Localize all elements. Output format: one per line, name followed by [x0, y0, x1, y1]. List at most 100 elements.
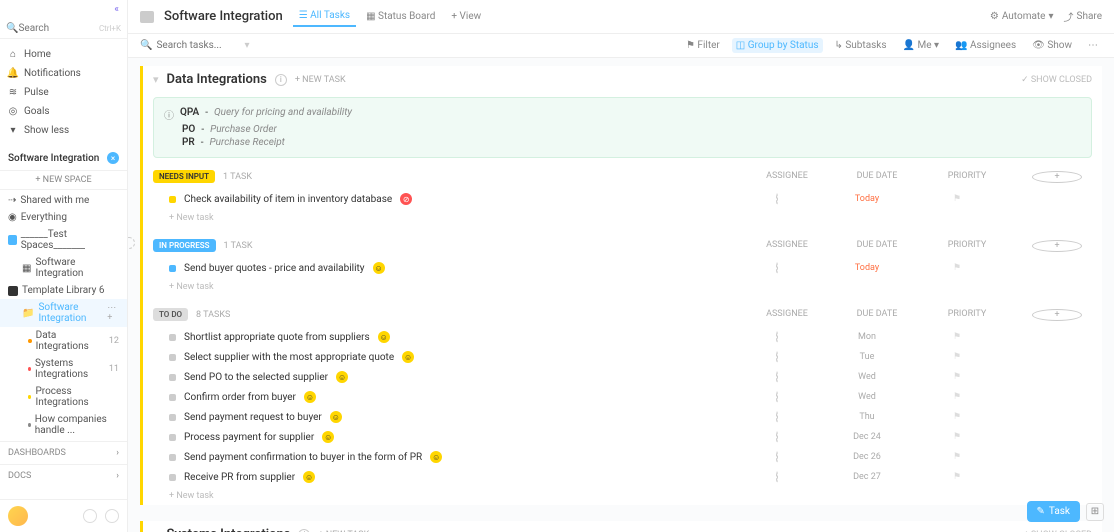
priority-flag-icon[interactable]: ⚑: [932, 392, 982, 402]
add-column-button[interactable]: +: [1032, 171, 1082, 183]
priority-flag-icon[interactable]: ⚑: [932, 452, 982, 462]
sidebar-item-shared[interactable]: ⇢Shared with me: [0, 192, 127, 209]
assignee-placeholder[interactable]: [776, 431, 778, 443]
folder-actions[interactable]: ⋯ +: [107, 303, 119, 323]
dashboards-section[interactable]: DASHBOARDS›: [0, 441, 127, 464]
assignee-placeholder[interactable]: [776, 391, 778, 403]
priority-flag-icon[interactable]: ⚑: [932, 412, 982, 422]
sidebar-list-how-companies-handle-[interactable]: How companies handle ...: [0, 411, 127, 439]
nav-item-notifications[interactable]: 🔔Notifications: [0, 64, 127, 83]
sidebar-item-template-library[interactable]: Template Library 6: [0, 282, 127, 299]
collapse-sidebar-button[interactable]: «: [0, 0, 127, 19]
collapse-icon[interactable]: ▾: [153, 528, 159, 532]
assignee-placeholder[interactable]: [776, 262, 778, 274]
nav-item-goals[interactable]: ◎Goals: [0, 102, 127, 121]
sidebar-list-process-integrations[interactable]: Process Integrations: [0, 383, 127, 411]
sidebar-item-test-spaces[interactable]: ______Test Spaces_______: [0, 226, 127, 254]
new-task-inline[interactable]: + New task: [143, 209, 1102, 227]
nav-item-show-less[interactable]: ▾Show less: [0, 121, 127, 140]
priority-flag-icon[interactable]: ⚑: [932, 263, 982, 273]
new-task-inline[interactable]: + New task: [143, 278, 1102, 296]
nav-item-pulse[interactable]: ≋Pulse: [0, 83, 127, 102]
avatar[interactable]: [8, 506, 28, 526]
due-date[interactable]: Thu: [842, 412, 892, 422]
sidebar-item-software-integration[interactable]: ▦Software Integration: [0, 254, 127, 282]
tab--view[interactable]: + View: [445, 6, 487, 27]
due-date[interactable]: Mon: [842, 332, 892, 342]
sidebar-list-data-integrations[interactable]: Data Integrations12: [0, 327, 127, 355]
col-due: DUE DATE: [852, 309, 902, 321]
new-task-inline[interactable]: + New task: [143, 487, 1102, 505]
task-search-input[interactable]: [156, 40, 236, 51]
docs-section[interactable]: DOCS›: [0, 464, 127, 487]
due-date[interactable]: Dec 24: [842, 432, 892, 442]
new-space-button[interactable]: + NEW SPACE: [0, 170, 127, 190]
task-row[interactable]: Send payment confirmation to buyer in th…: [143, 447, 1102, 467]
priority-flag-icon[interactable]: ⚑: [932, 332, 982, 342]
task-row[interactable]: Select supplier with the most appropriat…: [143, 347, 1102, 367]
task-row[interactable]: Check availability of item in inventory …: [143, 189, 1102, 209]
assignee-placeholder[interactable]: [776, 451, 778, 463]
due-date[interactable]: Wed: [842, 372, 892, 382]
assignee-placeholder[interactable]: [776, 411, 778, 423]
tab-status-board[interactable]: ▦ Status Board: [360, 6, 441, 27]
add-column-button[interactable]: +: [1032, 309, 1082, 321]
due-date[interactable]: Today: [842, 263, 892, 273]
new-task-button[interactable]: + NEW TASK: [295, 75, 346, 85]
nav-item-home[interactable]: ⌂Home: [0, 45, 127, 64]
priority-flag-icon[interactable]: ⚑: [932, 194, 982, 204]
priority-flag-icon[interactable]: ⚑: [932, 472, 982, 482]
priority-flag-icon[interactable]: ⚑: [932, 352, 982, 362]
new-task-fab[interactable]: ✎ Task: [1027, 501, 1080, 522]
footer-action-1[interactable]: [83, 509, 97, 523]
footer-action-2[interactable]: [105, 509, 119, 523]
show-button[interactable]: 👁 Show: [1028, 38, 1076, 53]
sidebar-folder-software-integration[interactable]: 📁Software Integration⋯ +: [0, 299, 127, 327]
priority-flag-icon[interactable]: ⚑: [932, 432, 982, 442]
space-header[interactable]: Software Integration ×: [0, 146, 127, 170]
tab-all-tasks[interactable]: ☰ All Tasks: [293, 6, 356, 27]
due-date[interactable]: Wed: [842, 392, 892, 402]
task-row[interactable]: Send payment request to buyer ☺ Thu ⚑: [143, 407, 1102, 427]
task-row[interactable]: Shortlist appropriate quote from supplie…: [143, 327, 1102, 347]
me-button[interactable]: 👤 Me ▾: [899, 38, 943, 53]
info-icon[interactable]: i: [298, 529, 310, 532]
add-column-button[interactable]: +: [1032, 240, 1082, 252]
more-button[interactable]: ⋯: [1084, 38, 1102, 53]
status-pill[interactable]: NEEDS INPUT: [153, 170, 215, 183]
sidebar-search[interactable]: 🔍 Ctrl+K: [0, 19, 127, 39]
due-date[interactable]: Dec 27: [842, 472, 892, 482]
task-row[interactable]: Process payment for supplier ☺ Dec 24 ⚑: [143, 427, 1102, 447]
task-row[interactable]: Send buyer quotes - price and availabili…: [143, 258, 1102, 278]
assignee-placeholder[interactable]: [776, 351, 778, 363]
task-row[interactable]: Send PO to the selected supplier ☺ Wed ⚑: [143, 367, 1102, 387]
status-pill[interactable]: TO DO: [153, 308, 188, 321]
assignee-placeholder[interactable]: [776, 331, 778, 343]
task-row[interactable]: Confirm order from buyer ☺ Wed ⚑: [143, 387, 1102, 407]
filter-button[interactable]: ⚑ Filter: [682, 38, 724, 53]
status-pill[interactable]: IN PROGRESS: [153, 239, 216, 252]
close-icon[interactable]: ×: [107, 152, 119, 164]
sidebar-search-input[interactable]: [18, 23, 78, 34]
task-badge-icon: ☺: [430, 451, 442, 463]
assignee-placeholder[interactable]: [776, 193, 778, 205]
priority-flag-icon[interactable]: ⚑: [932, 372, 982, 382]
subtasks-button[interactable]: ↳ Subtasks: [831, 38, 891, 53]
assignee-placeholder[interactable]: [776, 371, 778, 383]
sidebar-item-everything[interactable]: ◉Everything: [0, 209, 127, 226]
sidebar-list-systems-integrations[interactable]: Systems Integrations11: [0, 355, 127, 383]
due-date[interactable]: Tue: [842, 352, 892, 362]
automate-button[interactable]: ⚙Automate▾: [990, 9, 1054, 24]
info-icon[interactable]: i: [275, 74, 287, 86]
due-date[interactable]: Today: [842, 194, 892, 204]
group-by-button[interactable]: ◫ Group by Status: [732, 38, 823, 53]
assignees-button[interactable]: 👥 Assignees: [951, 38, 1020, 53]
collapse-icon[interactable]: ▾: [153, 73, 159, 86]
task-row[interactable]: Receive PR from supplier ☺ Dec 27 ⚑: [143, 467, 1102, 487]
assignee-placeholder[interactable]: [776, 471, 778, 483]
show-closed-toggle[interactable]: ✓ SHOW CLOSED: [1021, 75, 1092, 85]
due-date[interactable]: Dec 26: [842, 452, 892, 462]
apps-button[interactable]: ⊞: [1086, 503, 1104, 521]
drag-handle-icon[interactable]: [128, 237, 135, 249]
share-button[interactable]: ⤴Share: [1064, 9, 1102, 24]
